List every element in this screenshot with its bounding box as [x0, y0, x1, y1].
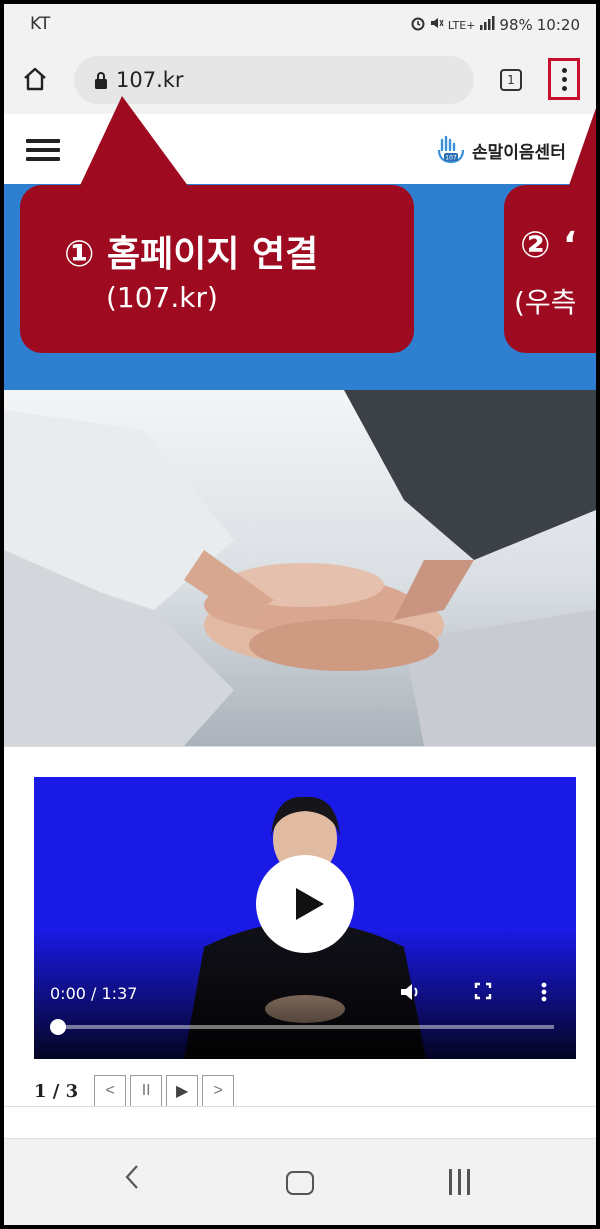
slide-pager: 1 / 3 < II ▶ > [34, 1075, 235, 1107]
play-icon [296, 888, 324, 920]
hero-image [4, 390, 596, 746]
phone-screen: KT LTE+ 98% 10:20 107.kr 1 107 손말이음센터 0:… [4, 4, 596, 1225]
callout-title: ① 홈페이지 연결 [64, 234, 319, 275]
prev-slide-button[interactable]: < [94, 1075, 127, 1107]
play-slide-button[interactable]: ▶ [166, 1075, 199, 1107]
recent-line [458, 1169, 461, 1195]
volume-icon[interactable] [400, 982, 422, 1006]
callout-homepage: ① 홈페이지 연결 (107.kr) [20, 185, 414, 353]
recent-apps-button[interactable] [449, 1169, 470, 1195]
pause-slide-button[interactable]: II [130, 1075, 163, 1107]
fullscreen-icon[interactable] [474, 982, 492, 1004]
recent-line [449, 1169, 452, 1195]
video-progress-knob[interactable] [50, 1019, 66, 1035]
callout-subtitle: (107.kr) [106, 281, 218, 314]
recent-line [467, 1169, 470, 1195]
main-content: 0:00 / 1:37 1 / 3 < II ▶ > [4, 746, 596, 1107]
system-home-button[interactable] [286, 1171, 314, 1195]
page-footer-strip [4, 1106, 596, 1136]
video-progress-track[interactable] [54, 1025, 554, 1029]
device-frame: KT LTE+ 98% 10:20 107.kr 1 107 손말이음센터 0:… [0, 0, 600, 1229]
more-options-icon[interactable] [541, 982, 547, 1006]
next-slide-button[interactable]: > [202, 1075, 235, 1107]
back-button[interactable] [124, 1163, 140, 1195]
system-nav-bar [4, 1138, 596, 1225]
play-button[interactable] [256, 855, 354, 953]
callout-title: ② ‘ [520, 225, 577, 266]
callout-menu: ② ‘ (우측 [504, 185, 596, 353]
callout-subtitle: (우측 [514, 286, 577, 319]
video-player[interactable]: 0:00 / 1:37 [34, 777, 576, 1059]
page-indicator: 1 / 3 [34, 1080, 79, 1102]
video-time: 0:00 / 1:37 [50, 984, 138, 1003]
stacked-hands-illustration [4, 390, 596, 746]
